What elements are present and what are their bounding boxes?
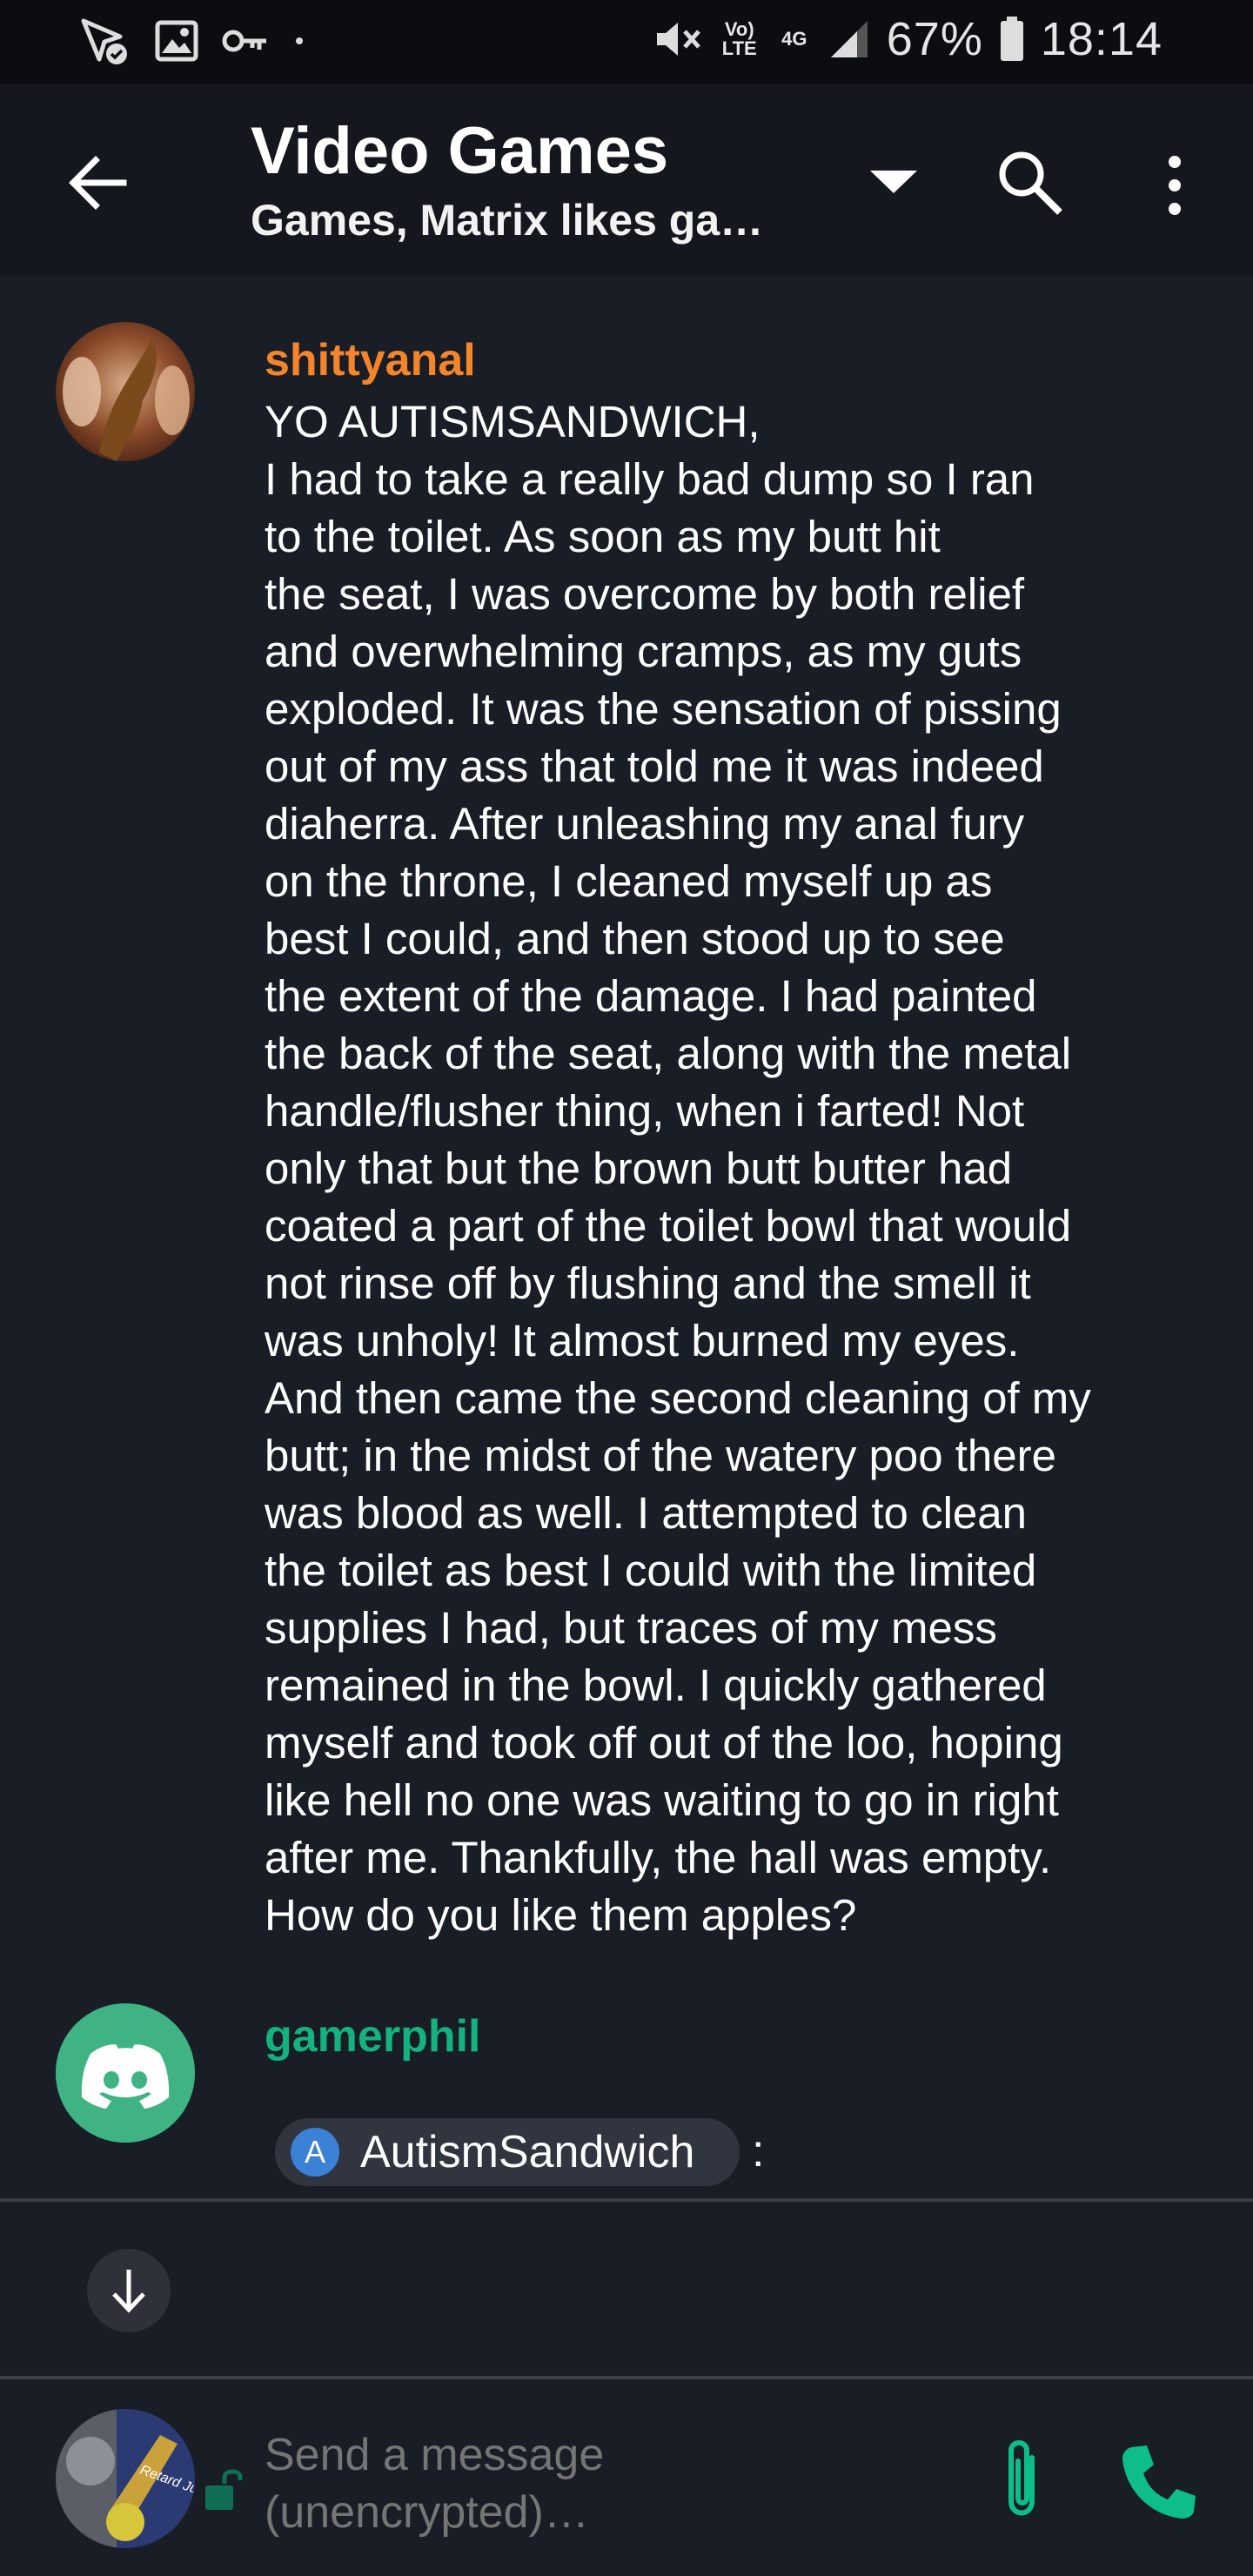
phone-icon bbox=[1122, 2445, 1196, 2519]
signal-icon bbox=[828, 19, 871, 59]
status-right-icons: Vo) LTE 4G 67% 18:14 bbox=[653, 12, 1163, 66]
scroll-to-bottom-button[interactable] bbox=[87, 2249, 171, 2332]
discord-icon bbox=[56, 2003, 195, 2143]
battery-percentage: 67% bbox=[886, 13, 983, 65]
paperclip-icon bbox=[1008, 2440, 1035, 2516]
avatar[interactable] bbox=[56, 322, 195, 461]
status-left-icons bbox=[80, 16, 306, 66]
my-avatar[interactable]: Retard Juice bbox=[56, 2409, 195, 2548]
more-options-button[interactable] bbox=[1157, 146, 1192, 225]
clock: 18:14 bbox=[1040, 13, 1163, 65]
arrow-left-icon bbox=[69, 156, 127, 210]
voice-call-button[interactable] bbox=[1114, 2438, 1201, 2526]
room-title[interactable]: Video Games bbox=[251, 113, 668, 189]
dot-icon bbox=[292, 34, 306, 48]
more-vertical-icon bbox=[1169, 156, 1181, 215]
attach-button[interactable] bbox=[987, 2432, 1056, 2527]
divider bbox=[0, 2376, 1253, 2379]
divider bbox=[0, 2198, 1253, 2202]
search-button[interactable] bbox=[992, 144, 1070, 223]
room-topic[interactable]: Games, Matrix likes ga… bbox=[251, 195, 763, 245]
message-body: YO AUTISMSANDWICH, I had to take a reall… bbox=[265, 397, 1091, 1940]
volte-icon: Vo) LTE bbox=[721, 18, 757, 59]
battery-icon bbox=[999, 17, 1025, 62]
status-bar: Vo) LTE 4G 67% 18:14 bbox=[0, 0, 1253, 84]
sender-name[interactable]: gamerphil bbox=[265, 2010, 481, 2063]
arrow-down-icon bbox=[112, 2270, 145, 2313]
mention-name: AutismSandwich bbox=[360, 2127, 695, 2177]
message-text: : bbox=[752, 2126, 765, 2177]
location-check-icon bbox=[80, 16, 132, 66]
room-header: Video Games Games, Matrix likes ga… bbox=[0, 84, 1253, 277]
back-button[interactable] bbox=[61, 146, 134, 219]
avatar[interactable] bbox=[56, 2003, 195, 2143]
sender-name[interactable]: shittyanal bbox=[265, 334, 476, 386]
unlocked-icon bbox=[202, 2465, 251, 2513]
mention-avatar: A bbox=[291, 2128, 339, 2177]
image-icon bbox=[155, 20, 198, 62]
caret-down-icon bbox=[870, 171, 917, 193]
message-composer: Retard Juice bbox=[0, 2381, 1253, 2576]
search-icon bbox=[999, 151, 1062, 215]
mute-icon bbox=[653, 17, 702, 61]
user-mention-pill[interactable]: A AutismSandwich bbox=[275, 2118, 740, 2186]
message-input[interactable] bbox=[265, 2426, 926, 2539]
4g-icon: 4G bbox=[781, 28, 807, 50]
key-icon bbox=[221, 23, 270, 58]
room-dropdown-button[interactable] bbox=[863, 164, 924, 207]
